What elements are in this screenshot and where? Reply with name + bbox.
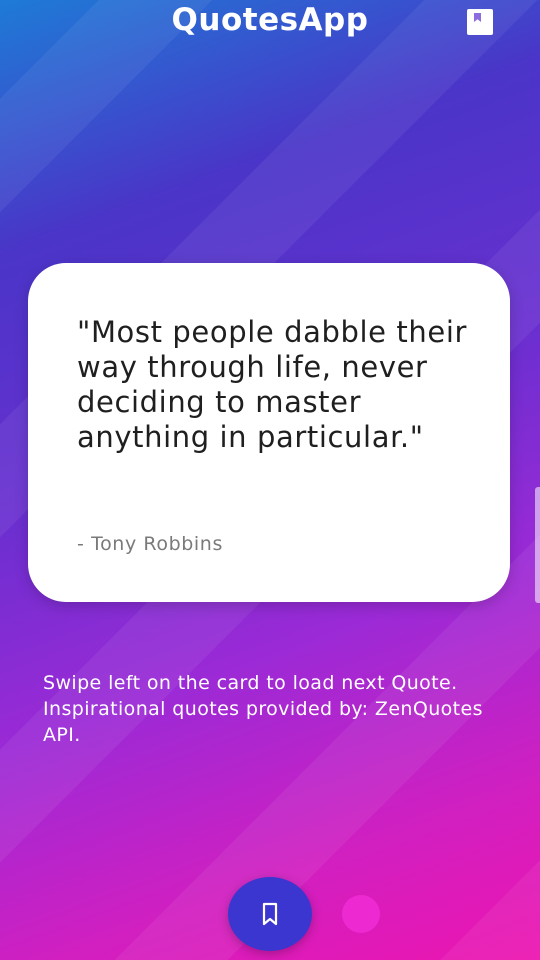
app-title: QuotesApp — [171, 2, 369, 38]
bookmark-notch — [474, 13, 481, 22]
page-indicator-dot[interactable] — [342, 895, 380, 933]
app-header: QuotesApp — [0, 0, 540, 44]
hint-text: Swipe left on the card to load next Quot… — [43, 672, 483, 746]
quote-text: "Most people dabble their way through li… — [77, 315, 468, 454]
bookmark-outline-icon — [262, 902, 278, 926]
quote-card[interactable]: "Most people dabble their way through li… — [28, 263, 510, 602]
save-quote-button[interactable] — [228, 877, 312, 951]
quote-author: - Tony Robbins — [77, 533, 223, 555]
scroll-handle[interactable] — [535, 487, 540, 603]
bookmark-icon[interactable] — [467, 9, 493, 35]
